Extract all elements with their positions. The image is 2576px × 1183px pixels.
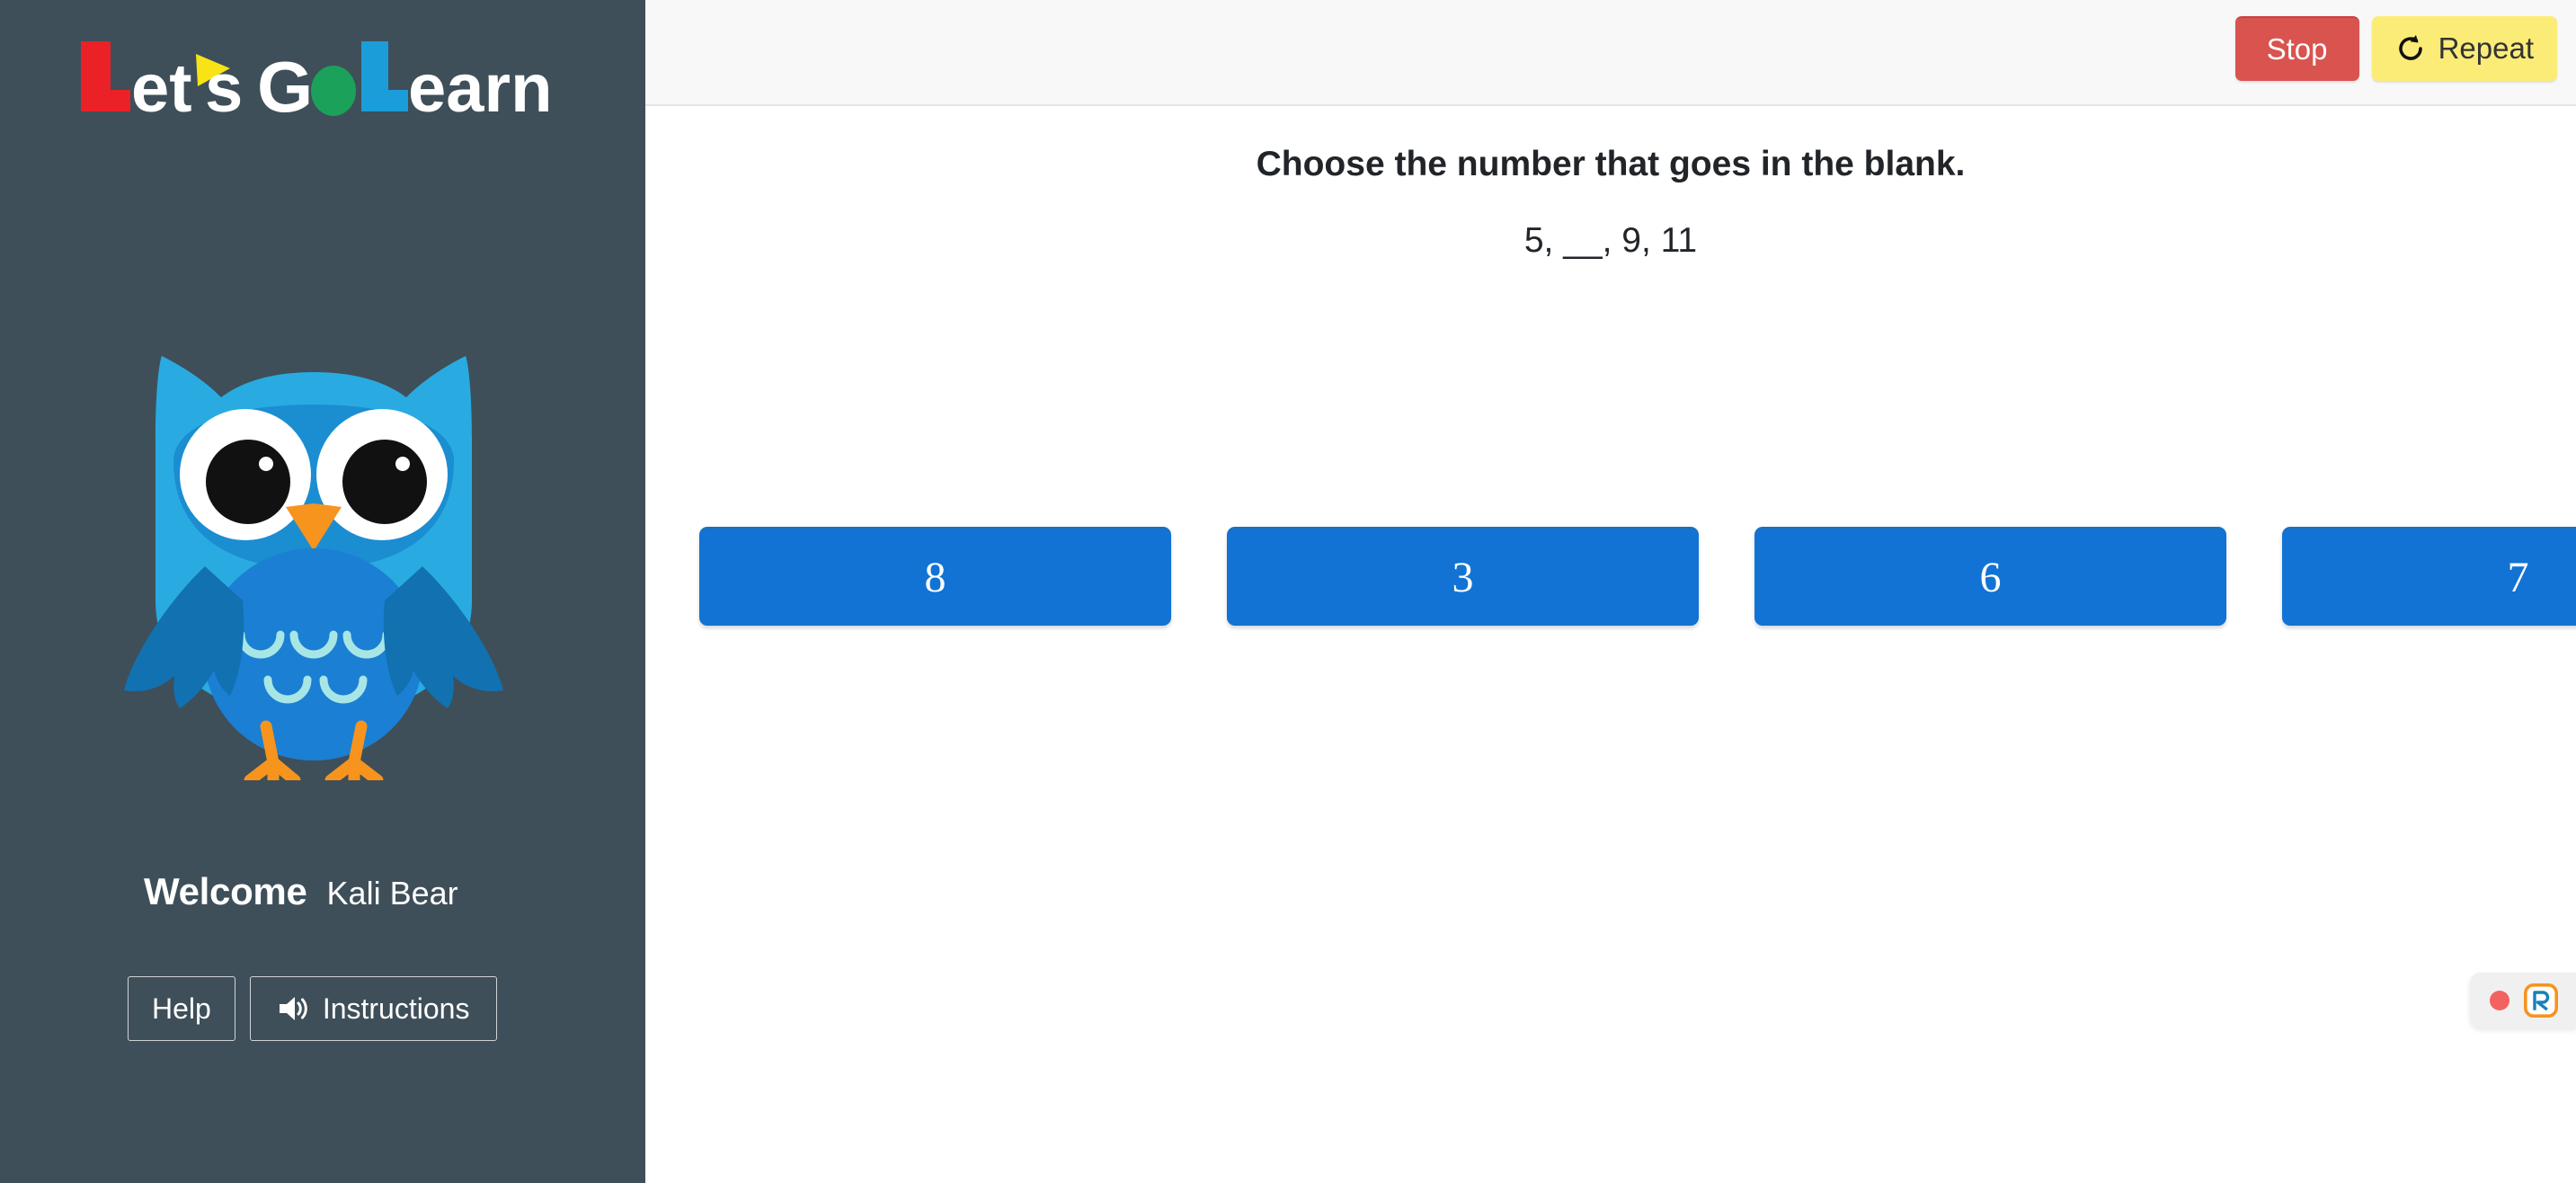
svg-text:G: G — [257, 47, 313, 126]
welcome-row: Welcome Kali Bear — [144, 870, 458, 913]
refresh-icon — [2395, 33, 2426, 64]
answer-choice-button[interactable]: 8 — [699, 527, 1171, 626]
owl-mascot — [106, 331, 521, 780]
welcome-label: Welcome — [144, 870, 307, 912]
question-block: Choose the number that goes in the blank… — [645, 144, 2576, 262]
repeat-button-label: Repeat — [2438, 31, 2534, 65]
answer-choice-button[interactable]: 3 — [1227, 527, 1699, 626]
record-dot-icon[interactable] — [2490, 991, 2509, 1010]
question-sequence: 5, __, 9, 11 — [1523, 220, 1698, 260]
stop-button-label: Stop — [2266, 32, 2328, 66]
lets-go-learn-logo: et s G earn — [79, 34, 564, 126]
answer-choice-button[interactable]: 7 — [2282, 527, 2576, 626]
answer-choices: 8 3 6 7 — [699, 527, 2576, 626]
app-root: et s G earn Welcome Kali Bear Help Instr… — [0, 0, 2576, 1183]
sidebar-actions: Help Instructions — [128, 976, 498, 1041]
recorder-logo-icon[interactable] — [2523, 983, 2559, 1018]
instructions-button-label: Instructions — [322, 992, 470, 1025]
sidebar: et s G earn Welcome Kali Bear Help Instr… — [0, 0, 645, 1183]
svg-text:earn: earn — [408, 50, 553, 126]
svg-text:et: et — [131, 50, 192, 126]
question-prompt: Choose the number that goes in the blank… — [1256, 145, 1966, 183]
recorder-widget[interactable] — [2470, 973, 2576, 1028]
answer-choice-button[interactable]: 6 — [1754, 527, 2226, 626]
speaker-icon — [278, 995, 308, 1022]
main-content: Stop Repeat Choose the number that goes … — [645, 0, 2576, 1183]
instructions-button[interactable]: Instructions — [249, 976, 498, 1041]
svg-text:s: s — [205, 50, 243, 126]
repeat-button[interactable]: Repeat — [2371, 16, 2557, 81]
help-button-label: Help — [152, 992, 211, 1025]
student-name: Kali Bear — [326, 875, 458, 912]
stop-button[interactable]: Stop — [2234, 16, 2359, 81]
toolbar-actions: Stop Repeat — [2234, 16, 2557, 81]
help-button[interactable]: Help — [128, 976, 235, 1041]
